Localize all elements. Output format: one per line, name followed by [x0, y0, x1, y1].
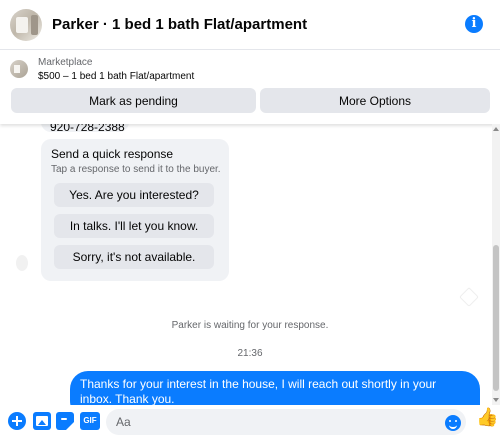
message-thread[interactable]: 920-728-2388 Send a quick response Tap a…	[0, 124, 500, 405]
thread-scrollbar[interactable]	[492, 124, 500, 405]
faint-avatar-placeholder	[16, 255, 28, 271]
info-icon[interactable]: i	[465, 15, 483, 33]
quick-response-option-in-talks[interactable]: In talks. I'll let you know.	[54, 214, 214, 238]
sticker-icon[interactable]	[56, 412, 74, 430]
plus-icon[interactable]	[8, 412, 26, 430]
gif-icon[interactable]: GIF	[80, 412, 100, 430]
quick-response-option-interested[interactable]: Yes. Are you interested?	[54, 183, 214, 207]
quick-response-title: Send a quick response	[51, 147, 174, 161]
conversation-title[interactable]: Parker · 1 bed 1 bath Flat/apartment	[52, 16, 307, 33]
marketplace-listing-panel: Marketplace $500 – 1 bed 1 bath Flat/apa…	[0, 50, 500, 124]
quick-response-card: Send a quick response Tap a response to …	[41, 139, 229, 281]
listing-price-title[interactable]: $500 – 1 bed 1 bath Flat/apartment	[38, 71, 194, 82]
faint-reaction-placeholder	[459, 287, 479, 307]
house-photo-avatar[interactable]	[10, 8, 42, 41]
quick-response-subtitle: Tap a response to send it to the buyer.	[51, 164, 221, 175]
scroll-up-arrow-icon[interactable]	[493, 127, 499, 131]
buyer-waiting-status: Parker is waiting for your response.	[171, 320, 329, 331]
chat-window: Parker · 1 bed 1 bath Flat/apartment i M…	[0, 0, 500, 443]
conversation-header: Parker · 1 bed 1 bath Flat/apartment i	[0, 0, 500, 50]
message-composer: GIF	[0, 405, 500, 443]
thumbs-up-icon[interactable]: 👍	[476, 408, 498, 426]
house-thumbnail-icon	[10, 60, 28, 78]
message-input[interactable]	[106, 409, 466, 435]
scroll-down-arrow-icon[interactable]	[493, 398, 499, 402]
outgoing-message-bubble[interactable]: Thanks for your interest in the house, I…	[70, 371, 480, 405]
more-options-button[interactable]: More Options	[260, 88, 490, 113]
mark-as-pending-button[interactable]: Mark as pending	[11, 88, 256, 113]
phone-number-text: 920-728-2388	[50, 124, 125, 134]
marketplace-label: Marketplace	[38, 57, 93, 68]
message-timestamp: 21:36	[237, 348, 263, 359]
scrollbar-thumb[interactable]	[493, 245, 499, 391]
image-icon[interactable]	[33, 412, 51, 430]
quick-response-option-not-available[interactable]: Sorry, it's not available.	[54, 245, 214, 269]
emoji-icon[interactable]	[445, 415, 461, 431]
